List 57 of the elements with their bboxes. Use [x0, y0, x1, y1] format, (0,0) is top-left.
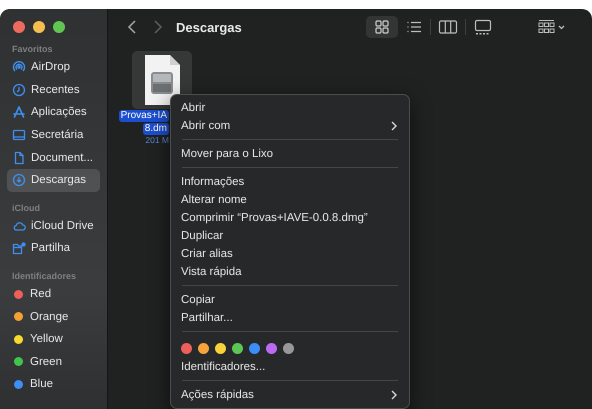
window-control-button[interactable]	[53, 21, 65, 33]
sidebar-item[interactable]: Descargas	[7, 168, 100, 192]
file-size: 201 M	[145, 135, 169, 146]
menu-item[interactable]: Duplicar	[176, 227, 404, 245]
view-button[interactable]	[366, 16, 398, 38]
sidebar-item[interactable]: Aplicações	[7, 101, 100, 124]
sidebar-item[interactable]: Document...	[7, 146, 100, 169]
tag-color-button[interactable]	[232, 343, 243, 354]
chevron-right-icon	[390, 120, 398, 132]
menu-item[interactable]: Informações	[176, 173, 404, 191]
sidebar-item[interactable]: Yellow	[7, 328, 100, 351]
menu-item[interactable]: Copiar	[176, 291, 404, 309]
window-title: Descargas	[176, 20, 243, 34]
shared-folder-icon	[12, 241, 26, 256]
group-icon	[537, 18, 565, 36]
columns-icon	[438, 18, 458, 36]
section-heading: iCloud	[11, 202, 41, 215]
tag-color-button[interactable]	[215, 343, 226, 354]
window-control-button[interactable]	[33, 21, 45, 33]
menu-item[interactable]: Comprimir “Provas+IAVE-0.0.8.dmg”	[176, 209, 404, 227]
sidebar-item[interactable]: Green	[7, 350, 100, 374]
menu-item[interactable]: Ações rápidas	[176, 386, 404, 404]
sidebar-item[interactable]: AirDrop	[7, 56, 100, 79]
grid-icon	[373, 18, 391, 36]
sidebar-item[interactable]: Red	[7, 282, 100, 306]
apps-icon	[12, 105, 26, 120]
tag-color-button[interactable]	[198, 343, 209, 354]
document-icon	[12, 150, 26, 165]
file-name[interactable]: Provas+IA	[118, 110, 169, 122]
menu-item[interactable]: Abrir com	[176, 117, 404, 135]
section-heading: Favoritos	[11, 43, 54, 56]
tag-color-button[interactable]	[181, 343, 192, 354]
download-icon	[12, 173, 26, 188]
sidebar-item[interactable]: Orange	[7, 305, 100, 328]
menu-item[interactable]: Alterar nome	[176, 191, 404, 209]
section-heading: Identificadores	[11, 270, 78, 283]
sidebar-item[interactable]: iCloud Drive	[7, 214, 100, 238]
menu-item[interactable]: Criar alias	[176, 245, 404, 263]
menu-item[interactable]: Abrir	[176, 99, 404, 117]
menu-item[interactable]: Identificadores...	[176, 358, 404, 376]
window-control-button[interactable]	[13, 21, 25, 33]
menu-item[interactable]: Partilhar...	[176, 309, 404, 327]
menu-item[interactable]: Mover para o Lixo	[176, 145, 404, 163]
disk-image-file-icon[interactable]	[142, 54, 182, 106]
sidebar-item[interactable]: Secretária	[7, 124, 100, 146]
clock-icon	[12, 82, 26, 97]
sidebar-item[interactable]: Blue	[7, 373, 100, 396]
monitor-icon	[12, 128, 26, 142]
file-name[interactable]: 8.dm	[142, 123, 169, 135]
tag-color-button[interactable]	[283, 343, 294, 354]
gallery-icon	[473, 18, 493, 36]
tag-color-button[interactable]	[266, 343, 277, 354]
tag-color-button[interactable]	[249, 343, 260, 354]
chevron-right-icon	[390, 389, 398, 401]
sidebar-item[interactable]: Recentes	[7, 78, 100, 102]
menu-item[interactable]: Vista rápida	[176, 263, 404, 281]
sidebar-item[interactable]: Partilha	[7, 237, 100, 260]
